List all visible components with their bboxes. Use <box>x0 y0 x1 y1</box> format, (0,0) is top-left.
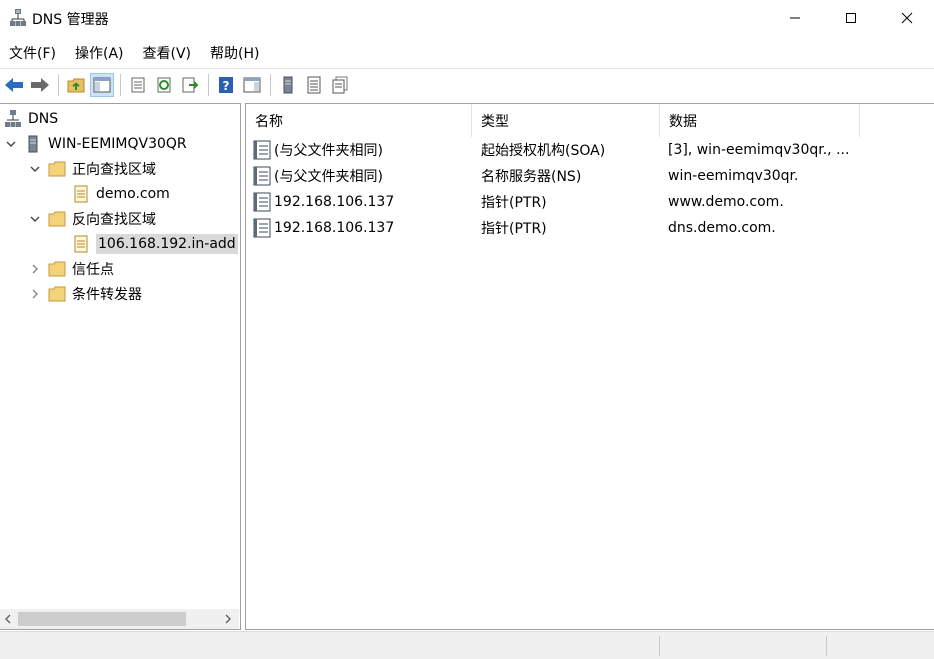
folder-icon <box>48 160 66 178</box>
tree-label-reverse-zone-item: 106.168.192.in-add <box>96 233 238 254</box>
back-arrow-icon[interactable] <box>2 73 26 97</box>
tree-node-demo-com[interactable]: demo.com <box>72 181 170 206</box>
tree-node-forward-zones[interactable]: 正向查找区域 <box>28 156 156 181</box>
record-data: [3], win-eemimqv30qr., ... <box>668 142 850 158</box>
table-row[interactable]: (与父文件夹相同) 名称服务器(NS) win-eemimqv30qr. <box>246 163 934 189</box>
tree-label-trust-points: 信任点 <box>72 261 114 278</box>
properties-icon[interactable] <box>126 73 150 97</box>
svg-text:?: ? <box>223 79 230 93</box>
folder-icon <box>48 210 66 228</box>
zone-file-icon <box>72 235 90 253</box>
record-type: 指针(PTR) <box>481 195 547 211</box>
menu-file[interactable]: 文件(F) <box>0 40 66 66</box>
close-button[interactable] <box>884 0 930 36</box>
menu-action[interactable]: 操作(A) <box>66 40 134 66</box>
maximize-button[interactable] <box>828 0 874 36</box>
up-folder-icon[interactable] <box>64 73 88 97</box>
record-data: win-eemimqv30qr. <box>668 168 799 184</box>
tree-node-server[interactable]: WIN-EEMIMQV30QR <box>4 131 187 156</box>
record-icon <box>253 192 271 212</box>
minimize-button[interactable] <box>772 0 818 36</box>
toolbar-separator <box>58 73 59 96</box>
toolbar: ? <box>0 68 934 100</box>
column-header-name[interactable]: 名称 <box>246 104 472 137</box>
table-row[interactable]: (与父文件夹相同) 起始授权机构(SOA) [3], win-eemimqv30… <box>246 137 934 163</box>
folder-icon <box>48 260 66 278</box>
menu-bar: 文件(F) 操作(A) 查看(V) 帮助(H) <box>0 40 934 66</box>
copy-records-icon[interactable] <box>328 73 352 97</box>
chevron-down-icon[interactable] <box>28 212 42 226</box>
record-name: (与父文件夹相同) <box>274 143 383 159</box>
action-pane-icon[interactable] <box>240 73 264 97</box>
status-bar <box>0 631 934 659</box>
tree-label-conditional-forwarders: 条件转发器 <box>72 286 142 303</box>
chevron-down-icon[interactable] <box>4 137 18 151</box>
table-row[interactable]: 192.168.106.137 指针(PTR) dns.demo.com. <box>246 215 934 241</box>
table-row[interactable]: 192.168.106.137 指针(PTR) www.demo.com. <box>246 189 934 215</box>
record-data: dns.demo.com. <box>668 220 776 236</box>
record-icon <box>253 218 271 238</box>
status-separator <box>659 636 660 656</box>
window-title: DNS 管理器 <box>32 12 109 28</box>
tree-node-reverse-zones[interactable]: 反向查找区域 <box>28 206 156 231</box>
tree-label-demo-com: demo.com <box>96 185 170 202</box>
help-icon[interactable]: ? <box>214 73 238 97</box>
toolbar-separator <box>208 73 209 96</box>
record-name: 192.168.106.137 <box>274 220 395 236</box>
refresh-icon[interactable] <box>152 73 176 97</box>
record-icon <box>253 140 271 160</box>
chevron-right-icon[interactable] <box>28 287 42 301</box>
chevron-right-icon[interactable] <box>28 262 42 276</box>
status-separator <box>826 636 827 656</box>
scroll-left-icon[interactable] <box>2 612 14 626</box>
record-name: 192.168.106.137 <box>274 194 395 210</box>
tree-node-dns[interactable]: DNS <box>4 106 58 131</box>
tree-label-server: WIN-EEMIMQV30QR <box>48 135 187 152</box>
tree-label-forward-zones: 正向查找区域 <box>72 161 156 178</box>
tree-node-trust-points[interactable]: 信任点 <box>28 256 114 281</box>
chevron-down-icon[interactable] <box>28 162 42 176</box>
record-type: 名称服务器(NS) <box>481 169 582 185</box>
scroll-right-icon[interactable] <box>222 612 234 626</box>
title-bar: DNS 管理器 <box>0 0 934 36</box>
zone-file-icon <box>72 185 90 203</box>
record-data: www.demo.com. <box>668 194 784 210</box>
menu-help[interactable]: 帮助(H) <box>201 40 269 66</box>
tree-label-dns: DNS <box>28 110 59 127</box>
record-type: 起始授权机构(SOA) <box>481 143 606 159</box>
show-hide-tree-icon[interactable] <box>90 72 114 97</box>
tree-node-conditional-forwarders[interactable]: 条件转发器 <box>28 281 142 306</box>
scrollbar-thumb[interactable] <box>18 612 186 626</box>
toolbar-separator <box>270 73 271 96</box>
toolbar-separator <box>120 73 121 96</box>
menu-view[interactable]: 查看(V) <box>134 40 202 66</box>
dns-server-icon <box>10 9 26 27</box>
tree-node-reverse-zone-item[interactable]: 106.168.192.in-add <box>72 231 238 256</box>
record-type: 指针(PTR) <box>481 221 547 237</box>
records-list: 名称 类型 数据 (与父文件夹相同) 起始授权机构(SOA) [3], win-… <box>245 103 934 630</box>
column-header-data[interactable]: 数据 <box>660 104 860 137</box>
console-tree: DNS WIN-EEMIMQV30QR 正向查找区域 demo.com 反向查找… <box>0 103 241 630</box>
server-icon <box>24 135 42 153</box>
record-name: (与父文件夹相同) <box>274 169 383 185</box>
export-list-icon[interactable] <box>178 73 202 97</box>
forward-arrow-icon[interactable] <box>28 73 52 97</box>
list-records-icon[interactable] <box>302 73 326 97</box>
record-icon <box>253 166 271 186</box>
tree-label-reverse-zones: 反向查找区域 <box>72 211 156 228</box>
dns-root-icon <box>4 109 22 128</box>
tree-horizontal-scrollbar[interactable] <box>0 609 239 629</box>
column-header-type[interactable]: 类型 <box>472 104 660 137</box>
server-icon[interactable] <box>276 73 300 97</box>
folder-icon <box>48 285 66 303</box>
